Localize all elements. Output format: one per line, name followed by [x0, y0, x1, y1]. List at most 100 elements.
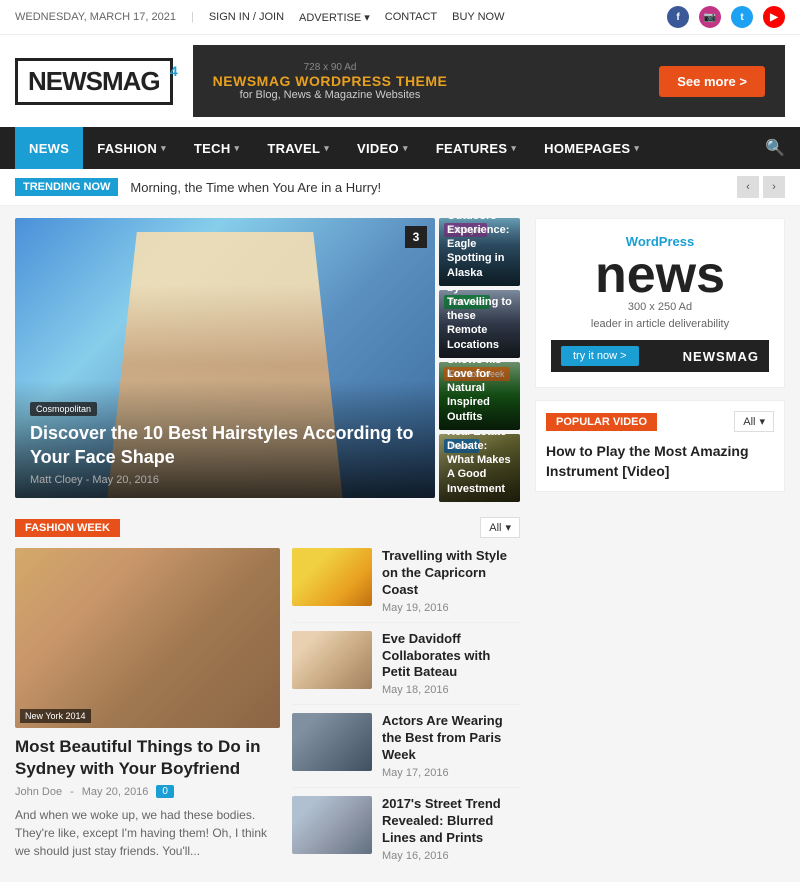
fashion-list-item-4[interactable]: 2017's Street Trend Revealed: Blurred Li…: [292, 796, 520, 870]
try-button[interactable]: try it now >: [561, 346, 639, 366]
fashion-list-item-2[interactable]: Eve Davidoff Collaborates with Petit Bat…: [292, 631, 520, 706]
hero-side-item-1[interactable]: Lifestyle Wonderful Outdoors Experience:…: [439, 218, 520, 286]
nav-item-news[interactable]: NEWS: [15, 127, 83, 169]
hero-badge: 3: [405, 226, 427, 248]
popular-header: POPULAR VIDEO All ▾: [546, 411, 774, 432]
logo-text: NEWSMAG: [28, 66, 160, 96]
trending-prev[interactable]: ‹: [737, 176, 759, 198]
hero-title: Discover the 10 Best Hairstyles Accordin…: [30, 422, 420, 469]
fashion-list-title-1: Travelling with Style on the Capricorn C…: [382, 548, 520, 599]
hero-side-item-3[interactable]: Fashion week Kevin Smith Shows his Love …: [439, 362, 520, 430]
contact-link[interactable]: CONTACT: [385, 11, 437, 23]
nav-item-fashion[interactable]: FASHION ▾: [83, 127, 180, 169]
nav-item-tech[interactable]: TECH ▾: [180, 127, 253, 169]
nav-item-features[interactable]: FEATURES ▾: [422, 127, 530, 169]
side-overlay-2: Improve your Health by Travelling to the…: [439, 290, 520, 358]
side-overlay-1: Wonderful Outdoors Experience: Eagle Spo…: [439, 218, 520, 286]
advertise-link[interactable]: ADVERTISE ▾: [299, 11, 370, 24]
twitter-icon[interactable]: t: [731, 6, 753, 28]
hero-meta: Matt Cloey - May 20, 2016: [30, 474, 420, 486]
main-content: 3 Cosmopolitan Discover the 10 Best Hair…: [0, 206, 800, 882]
fashion-list-item-1[interactable]: Travelling with Style on the Capricorn C…: [292, 548, 520, 623]
popular-filter[interactable]: All ▾: [734, 411, 774, 432]
fashion-thumb-1: [292, 548, 372, 606]
fashion-list-date-2: May 18, 2016: [382, 684, 520, 696]
trending-nav: ‹ ›: [737, 176, 785, 198]
instagram-icon[interactable]: 📷: [699, 6, 721, 28]
main-nav: NEWS FASHION ▾ TECH ▾ TRAVEL ▾ VIDEO ▾ F…: [0, 127, 800, 169]
fashion-main-title: Most Beautiful Things to Do in Sydney wi…: [15, 736, 280, 780]
social-icons: f 📷 t ▶: [667, 6, 785, 28]
fashion-main: New York 2014 Most Beautiful Things to D…: [15, 548, 280, 870]
side-title-3: Kevin Smith Shows his Love for Natural I…: [447, 362, 512, 424]
hero-overlay: Cosmopolitan Discover the 10 Best Hairst…: [15, 380, 435, 498]
fashion-list-date-3: May 17, 2016: [382, 767, 520, 779]
logo[interactable]: NEWSMAG 4: [15, 58, 173, 105]
fashion-meta: John Doe - May 20, 2016 0: [15, 785, 280, 798]
ad-banner: 728 x 90 Ad NEWSMAG WORDPRESS THEME for …: [193, 45, 785, 117]
wp-ad: WordPress news 300 x 250 Ad leader in ar…: [535, 218, 785, 388]
wp-ad-size: 300 x 250 Ad: [551, 301, 769, 313]
wp-ad-news: news: [551, 249, 769, 301]
side-overlay-3: Kevin Smith Shows his Love for Natural I…: [439, 362, 520, 430]
right-column: WordPress news 300 x 250 Ad leader in ar…: [535, 218, 785, 870]
fashion-thumb-2: [292, 631, 372, 689]
hero-section: 3 Cosmopolitan Discover the 10 Best Hair…: [15, 218, 520, 502]
fashion-content: New York 2014 Most Beautiful Things to D…: [15, 548, 520, 870]
ad-title: NEWSMAG WORDPRESS THEME: [213, 73, 448, 89]
hero-side-item-4[interactable]: Travel The Big Real Estate Debate: What …: [439, 434, 520, 502]
newsmag-brand: NEWSMAG: [683, 349, 759, 364]
trending-label: TRENDING NOW: [15, 178, 118, 196]
popular-video-title: How to Play the Most Amazing Instrument …: [546, 442, 774, 481]
hero-side-item-2[interactable]: Activities Improve your Health by Travel…: [439, 290, 520, 358]
fashion-year: New York 2014: [20, 709, 91, 723]
wp-ad-desc: leader in article deliverability: [551, 318, 769, 330]
trending-next[interactable]: ›: [763, 176, 785, 198]
fashion-list: Travelling with Style on the Capricorn C…: [292, 548, 520, 870]
top-bar-left: WEDNESDAY, MARCH 17, 2021 | SIGN IN / JO…: [15, 11, 504, 24]
header: NEWSMAG 4 728 x 90 Ad NEWSMAG WORDPRESS …: [0, 35, 800, 127]
fashion-list-title-4: 2017's Street Trend Revealed: Blurred Li…: [382, 796, 520, 847]
fashion-excerpt: And when we woke up, we had these bodies…: [15, 806, 280, 860]
side-title-2: Improve your Health by Travelling to the…: [447, 290, 512, 352]
date: WEDNESDAY, MARCH 17, 2021: [15, 11, 176, 23]
hero-category: Cosmopolitan: [30, 402, 97, 416]
ad-label: 728 x 90 Ad: [213, 62, 448, 73]
fashion-thumb-4: [292, 796, 372, 854]
fashion-list-title-3: Actors Are Wearing the Best from Paris W…: [382, 713, 520, 764]
fashion-list-date-4: May 16, 2016: [382, 850, 520, 862]
side-title-1: Wonderful Outdoors Experience: Eagle Spo…: [447, 218, 512, 280]
side-overlay-4: The Big Real Estate Debate: What Makes A…: [439, 434, 520, 502]
facebook-icon[interactable]: f: [667, 6, 689, 28]
fashion-filter[interactable]: All ▾: [480, 517, 520, 538]
signin-link[interactable]: SIGN IN / JOIN: [209, 11, 284, 23]
fashion-list-date-1: May 19, 2016: [382, 602, 520, 614]
fashion-list-title-2: Eve Davidoff Collaborates with Petit Bat…: [382, 631, 520, 682]
fashion-list-item-3[interactable]: Actors Are Wearing the Best from Paris W…: [292, 713, 520, 788]
buynow-link[interactable]: BUY NOW: [452, 11, 504, 23]
fashion-week-section: FASHION WEEK All ▾ New York 2014 Most Be…: [15, 517, 520, 870]
fashion-thumb-3: [292, 713, 372, 771]
popular-video-section: POPULAR VIDEO All ▾ How to Play the Most…: [535, 400, 785, 492]
wp-ad-footer: try it now > NEWSMAG: [551, 340, 769, 372]
section-header: FASHION WEEK All ▾: [15, 517, 520, 538]
comment-badge: 0: [156, 785, 174, 798]
see-more-button[interactable]: See more >: [659, 66, 765, 97]
trending-text: Morning, the Time when You Are in a Hurr…: [130, 180, 725, 195]
search-icon[interactable]: 🔍: [765, 138, 785, 158]
ad-sub: for Blog, News & Magazine Websites: [213, 89, 448, 101]
left-column: 3 Cosmopolitan Discover the 10 Best Hair…: [15, 218, 520, 870]
popular-badge: POPULAR VIDEO: [546, 413, 657, 431]
hero-side: Lifestyle Wonderful Outdoors Experience:…: [439, 218, 520, 502]
nav-item-video[interactable]: VIDEO ▾: [343, 127, 422, 169]
youtube-icon[interactable]: ▶: [763, 6, 785, 28]
nav-item-travel[interactable]: TRAVEL ▾: [253, 127, 343, 169]
fashion-badge: FASHION WEEK: [15, 519, 120, 537]
fashion-main-image[interactable]: New York 2014: [15, 548, 280, 728]
top-bar: WEDNESDAY, MARCH 17, 2021 | SIGN IN / JO…: [0, 0, 800, 35]
hero-main[interactable]: 3 Cosmopolitan Discover the 10 Best Hair…: [15, 218, 435, 498]
logo-num: 4: [170, 63, 178, 79]
side-title-4: The Big Real Estate Debate: What Makes A…: [447, 434, 512, 496]
trending-bar: TRENDING NOW Morning, the Time when You …: [0, 169, 800, 206]
nav-item-homepages[interactable]: HOMEPAGES ▾: [530, 127, 653, 169]
